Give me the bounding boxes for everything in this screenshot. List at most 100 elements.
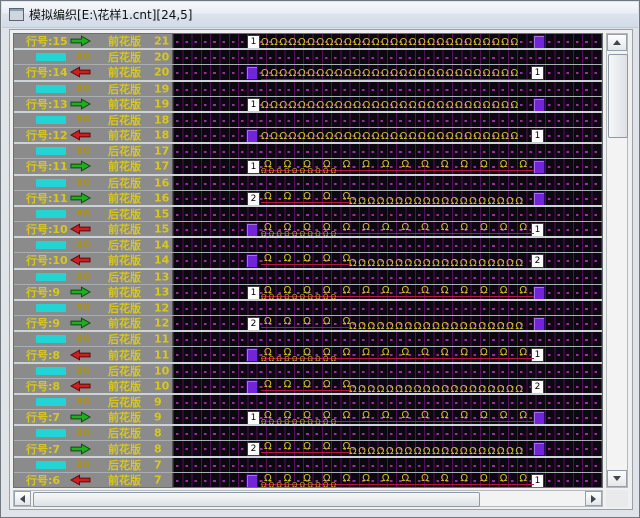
- pattern-row[interactable]: 行号:11前花版162ΩΩΩΩΩΩΩΩΩΩΩΩΩΩΩΩΩΩΩΩΩΩΩΩ: [14, 191, 602, 207]
- plate-label: 前花版: [108, 410, 141, 425]
- direction-left-icon: [70, 129, 91, 141]
- scroll-left-button[interactable]: [14, 491, 31, 506]
- needle-grid[interactable]: 2ΩΩΩΩΩΩΩΩΩΩΩΩΩΩΩΩΩΩΩΩΩΩΩΩ: [173, 379, 602, 393]
- scroll-up-button[interactable]: [607, 34, 627, 51]
- row-info-panel: BO后花版8: [14, 426, 173, 440]
- row-info-panel: 行号:10前花版15: [14, 222, 173, 236]
- pattern-row[interactable]: 行号:10前花版151ΩΩΩΩΩΩΩΩΩΩΩΩΩΩΩΩΩΩΩΩΩΩΩΩ: [14, 222, 602, 238]
- direction-right-icon: [70, 286, 91, 298]
- pattern-row[interactable]: 行号:11前花版171ΩΩΩΩΩΩΩΩΩΩΩΩΩΩΩΩΩΩΩΩΩΩΩΩ: [14, 159, 602, 175]
- row-info-panel: 行号:9前花版12: [14, 316, 173, 330]
- vertical-scroll-thumb[interactable]: [608, 54, 628, 138]
- needle-grid[interactable]: [173, 50, 602, 64]
- direction-right-icon: [70, 443, 91, 455]
- plate-label: 后花版: [108, 458, 141, 473]
- pattern-row[interactable]: BO后花版15: [14, 207, 602, 222]
- sys-label: BO: [76, 209, 91, 219]
- needle-grid[interactable]: 2ΩΩΩΩΩΩΩΩΩΩΩΩΩΩΩΩΩΩΩΩΩΩΩΩ: [173, 253, 602, 267]
- pattern-row[interactable]: 行号:7前花版82ΩΩΩΩΩΩΩΩΩΩΩΩΩΩΩΩΩΩΩΩΩΩΩΩ: [14, 441, 602, 457]
- plate-number: 15: [154, 223, 169, 236]
- scroll-down-button[interactable]: [607, 470, 627, 487]
- needle-grid[interactable]: [173, 270, 602, 284]
- plate-label: 后花版: [108, 207, 141, 222]
- pattern-row[interactable]: BO后花版9: [14, 395, 602, 410]
- needle-grid[interactable]: 2ΩΩΩΩΩΩΩΩΩΩΩΩΩΩΩΩΩΩΩΩΩΩΩΩ: [173, 441, 602, 455]
- needle-grid[interactable]: 1ΩΩΩΩΩΩΩΩΩΩΩΩΩΩΩΩΩΩΩΩΩΩΩΩ: [173, 347, 602, 361]
- plate-label: 后花版: [108, 113, 141, 128]
- row-info-panel: BO后花版16: [14, 176, 173, 190]
- yarn-carrier-marker: [246, 129, 258, 143]
- sys-label: BO: [76, 303, 91, 313]
- pattern-row[interactable]: BO后花版8: [14, 426, 602, 441]
- needle-grid[interactable]: [173, 458, 602, 472]
- needle-grid[interactable]: 2ΩΩΩΩΩΩΩΩΩΩΩΩΩΩΩΩΩΩΩΩΩΩΩΩ: [173, 316, 602, 330]
- stitch-loops: ΩΩΩΩΩΩΩΩΩΩΩΩΩΩ: [261, 347, 534, 359]
- pattern-row[interactable]: 行号:13前花版191ΩΩΩΩΩΩΩΩΩΩΩΩΩΩΩΩΩΩΩΩΩΩΩΩΩΩΩΩ: [14, 97, 602, 113]
- pattern-row[interactable]: BO后花版18: [14, 113, 602, 128]
- needle-grid[interactable]: [173, 301, 602, 315]
- title-bar[interactable]: 模拟编织[E:\花样1.cnt][24,5]: [2, 2, 638, 28]
- needle-grid[interactable]: [173, 144, 602, 158]
- scroll-right-button[interactable]: [585, 491, 602, 506]
- plate-number: 19: [154, 82, 169, 95]
- needle-grid[interactable]: [173, 176, 602, 190]
- pattern-row[interactable]: BO后花版13: [14, 270, 602, 285]
- needle-grid[interactable]: [173, 426, 602, 440]
- pattern-row[interactable]: BO后花版17: [14, 144, 602, 159]
- needle-grid[interactable]: 1ΩΩΩΩΩΩΩΩΩΩΩΩΩΩΩΩΩΩΩΩΩΩΩΩΩΩΩΩ: [173, 128, 602, 142]
- needle-grid[interactable]: 1ΩΩΩΩΩΩΩΩΩΩΩΩΩΩΩΩΩΩΩΩΩΩΩΩΩΩΩΩ: [173, 65, 602, 79]
- pattern-row[interactable]: 行号:14前花版201ΩΩΩΩΩΩΩΩΩΩΩΩΩΩΩΩΩΩΩΩΩΩΩΩΩΩΩΩ: [14, 65, 602, 81]
- plate-label: 前花版: [108, 316, 141, 331]
- pattern-row[interactable]: 行号:9前花版122ΩΩΩΩΩΩΩΩΩΩΩΩΩΩΩΩΩΩΩΩΩΩΩΩ: [14, 316, 602, 332]
- pattern-row[interactable]: BO后花版7: [14, 458, 602, 473]
- row-info-panel: 行号:6前花版7: [14, 473, 173, 487]
- needle-grid[interactable]: 1ΩΩΩΩΩΩΩΩΩΩΩΩΩΩΩΩΩΩΩΩΩΩΩΩ: [173, 222, 602, 236]
- pattern-row[interactable]: 行号:7前花版91ΩΩΩΩΩΩΩΩΩΩΩΩΩΩΩΩΩΩΩΩΩΩΩΩ: [14, 410, 602, 426]
- plate-label: 前花版: [108, 222, 141, 237]
- plate-number: 14: [154, 254, 169, 267]
- needle-grid[interactable]: [173, 332, 602, 346]
- plate-label: 前花版: [108, 379, 141, 394]
- yarn-number-badge: 2: [531, 380, 544, 394]
- horizontal-scrollbar[interactable]: [13, 490, 603, 507]
- needle-grid[interactable]: [173, 207, 602, 221]
- needle-grid[interactable]: 1ΩΩΩΩΩΩΩΩΩΩΩΩΩΩΩΩΩΩΩΩΩΩΩΩ: [173, 410, 602, 424]
- needle-grid[interactable]: [173, 364, 602, 378]
- pattern-row[interactable]: 行号:6前花版71ΩΩΩΩΩΩΩΩΩΩΩΩΩΩΩΩΩΩΩΩΩΩΩΩ: [14, 473, 602, 487]
- pattern-row[interactable]: 行号:8前花版111ΩΩΩΩΩΩΩΩΩΩΩΩΩΩΩΩΩΩΩΩΩΩΩΩ: [14, 347, 602, 363]
- row-info-panel: BO后花版20: [14, 50, 173, 64]
- stitch-loops: ΩΩΩΩΩΩΩΩΩΩΩΩΩΩΩΩΩΩΩΩΩΩΩΩΩΩΩΩ: [261, 67, 531, 80]
- pattern-row[interactable]: BO后花版16: [14, 176, 602, 191]
- yarn-carrier-marker: [246, 223, 258, 237]
- pattern-row[interactable]: BO后花版10: [14, 364, 602, 379]
- row-number-label: 行号:10: [26, 253, 68, 268]
- needle-grid[interactable]: [173, 113, 602, 127]
- pattern-row[interactable]: 行号:15前花版211ΩΩΩΩΩΩΩΩΩΩΩΩΩΩΩΩΩΩΩΩΩΩΩΩΩΩΩΩ: [14, 34, 602, 50]
- pattern-row[interactable]: BO后花版20: [14, 50, 602, 65]
- pattern-row[interactable]: BO后花版19: [14, 82, 602, 97]
- cyan-marker: [36, 461, 66, 469]
- needle-grid[interactable]: 2ΩΩΩΩΩΩΩΩΩΩΩΩΩΩΩΩΩΩΩΩΩΩΩΩ: [173, 191, 602, 205]
- needle-grid[interactable]: [173, 238, 602, 252]
- needle-grid[interactable]: 1ΩΩΩΩΩΩΩΩΩΩΩΩΩΩΩΩΩΩΩΩΩΩΩΩ: [173, 285, 602, 299]
- needle-grid[interactable]: 1ΩΩΩΩΩΩΩΩΩΩΩΩΩΩΩΩΩΩΩΩΩΩΩΩ: [173, 159, 602, 173]
- needle-grid[interactable]: [173, 82, 602, 96]
- pattern-row[interactable]: 行号:9前花版131ΩΩΩΩΩΩΩΩΩΩΩΩΩΩΩΩΩΩΩΩΩΩΩΩ: [14, 285, 602, 301]
- app-icon[interactable]: [9, 8, 24, 21]
- pattern-row[interactable]: 行号:10前花版142ΩΩΩΩΩΩΩΩΩΩΩΩΩΩΩΩΩΩΩΩΩΩΩΩ: [14, 253, 602, 269]
- needle-grid[interactable]: [173, 395, 602, 409]
- cyan-marker: [36, 429, 66, 437]
- yarn-carrier-marker: [533, 98, 545, 112]
- pattern-row[interactable]: BO后花版11: [14, 332, 602, 347]
- pattern-row[interactable]: 行号:8前花版102ΩΩΩΩΩΩΩΩΩΩΩΩΩΩΩΩΩΩΩΩΩΩΩΩ: [14, 379, 602, 395]
- needle-grid[interactable]: 1ΩΩΩΩΩΩΩΩΩΩΩΩΩΩΩΩΩΩΩΩΩΩΩΩΩΩΩΩ: [173, 34, 602, 48]
- needle-grid[interactable]: 1ΩΩΩΩΩΩΩΩΩΩΩΩΩΩΩΩΩΩΩΩΩΩΩΩΩΩΩΩ: [173, 97, 602, 111]
- pattern-row[interactable]: BO后花版12: [14, 301, 602, 316]
- row-info-panel: BO后花版7: [14, 458, 173, 472]
- stitch-loops: ΩΩΩΩΩ: [261, 191, 351, 203]
- horizontal-scroll-thumb[interactable]: [33, 492, 480, 507]
- pattern-row[interactable]: BO后花版14: [14, 238, 602, 253]
- vertical-scrollbar[interactable]: [606, 33, 628, 488]
- pattern-row[interactable]: 行号:12前花版181ΩΩΩΩΩΩΩΩΩΩΩΩΩΩΩΩΩΩΩΩΩΩΩΩΩΩΩΩ: [14, 128, 602, 144]
- needle-grid[interactable]: 1ΩΩΩΩΩΩΩΩΩΩΩΩΩΩΩΩΩΩΩΩΩΩΩΩ: [173, 473, 602, 487]
